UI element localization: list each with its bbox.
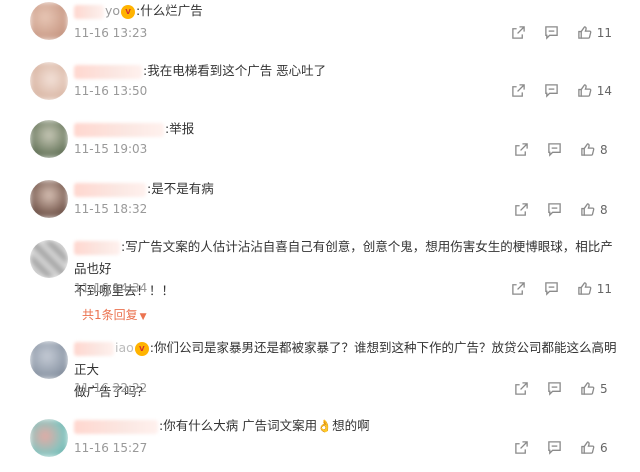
avatar[interactable] [30,62,68,100]
like-button[interactable]: 8 [580,202,612,217]
thumbs-up-icon [581,143,595,156]
comment-text: :是不是有病 [74,178,624,200]
avatar[interactable] [30,240,68,278]
forward-icon [515,382,528,395]
like-count: 11 [596,25,612,40]
username[interactable] [74,182,146,197]
comment-actions: 8 [514,142,612,157]
comment-time: 11-15 19:03 [74,142,148,156]
comment-actions: 14 [511,83,612,98]
comment-time: 11-16 14:34 [74,281,148,295]
forward-icon [511,282,525,295]
forward-button[interactable] [514,381,529,396]
forward-icon [511,84,525,97]
comment-actions: 11 [511,281,612,296]
thumbs-up-icon [577,84,592,97]
comment-actions: 11 [511,25,612,40]
avatar[interactable] [30,2,68,40]
like-count: 8 [600,142,608,157]
like-button[interactable]: 8 [580,142,612,157]
thumbs-up-icon [577,26,592,39]
forward-button[interactable] [514,440,529,455]
comment-text: :举报 [74,118,624,140]
comment-button[interactable] [547,440,562,455]
comment-icon [548,441,561,455]
username[interactable] [74,4,104,19]
comment-time: 11-16 15:27 [74,441,148,455]
forward-icon [511,26,525,39]
username[interactable] [74,122,164,137]
forward-button[interactable] [514,142,529,157]
like-count: 8 [600,202,608,217]
username[interactable] [74,419,158,434]
comment-actions: 8 [514,202,612,217]
comment-button[interactable] [544,281,559,296]
like-count: 11 [596,281,612,296]
like-button[interactable]: 11 [577,281,612,296]
ok-hand-emoji-icon: 👌 [317,419,333,433]
avatar[interactable] [30,180,68,218]
comment-text: yo V:什么烂广告 [74,0,624,22]
comment-icon [548,382,561,396]
username[interactable] [74,64,142,79]
username[interactable] [74,240,120,255]
comment-button[interactable] [547,381,562,396]
comment-time: 11-15 18:32 [74,202,148,216]
like-count: 6 [600,440,608,455]
comment-time: 11-16 13:23 [74,26,148,40]
comment-icon [548,203,561,217]
avatar[interactable] [30,341,68,379]
view-replies-link[interactable]: 共1条回复 ▼ [82,306,147,323]
like-count: 5 [600,381,608,396]
comment-actions: 6 [514,440,612,455]
comment-icon [544,282,558,296]
comment-button[interactable] [544,83,559,98]
like-button[interactable]: 14 [577,83,612,98]
comment-button[interactable] [547,142,562,157]
username[interactable] [74,341,114,356]
like-button[interactable]: 5 [580,381,612,396]
comment-button[interactable] [544,25,559,40]
comment-text: :写广告文案的人估计沾沾自喜自己有创意，创意个鬼，想用伤害女生的梗博眼球，相比产… [74,239,613,276]
forward-button[interactable] [511,25,526,40]
thumbs-up-icon [577,282,592,295]
comment-text: :我在电梯看到这个广告 恶心吐了 [74,60,624,82]
comment-text: :你有什么大病 广告词文案用👌想的啊 [74,415,624,437]
forward-icon [515,203,528,216]
caret-down-icon: ▼ [139,312,147,322]
forward-button[interactable] [511,281,526,296]
avatar[interactable] [30,120,68,158]
vip-badge-icon: V [121,4,136,19]
vip-badge-icon: V [134,341,149,356]
comment-icon [544,26,558,40]
forward-icon [515,143,528,156]
forward-button[interactable] [511,83,526,98]
comment-icon [544,84,558,98]
like-count: 14 [596,83,612,98]
comment-time: 11-16 13:50 [74,84,148,98]
like-button[interactable]: 6 [580,440,612,455]
forward-button[interactable] [514,202,529,217]
comment-text: iao V:你们公司是家暴男还是都被家暴了？谁想到这种下作的广告？放贷公司都能这么… [74,340,617,377]
thumbs-up-icon [581,382,595,395]
comment-button[interactable] [547,202,562,217]
thumbs-up-icon [581,203,595,216]
avatar[interactable] [30,419,68,457]
comment-actions: 5 [514,381,612,396]
comment-time: 11-16 22:22 [74,381,148,395]
thumbs-up-icon [581,441,595,454]
like-button[interactable]: 11 [577,25,612,40]
comment-icon [548,143,561,157]
forward-icon [515,441,528,454]
